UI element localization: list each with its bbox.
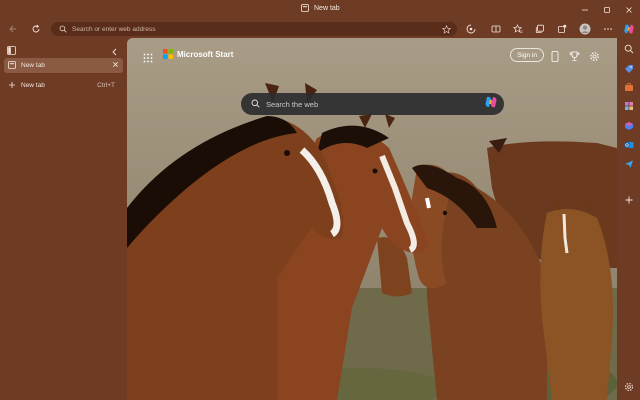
web-search-input[interactable] xyxy=(260,97,484,111)
send-icon xyxy=(624,160,633,168)
refresh-icon xyxy=(32,24,40,33)
toolbar xyxy=(0,20,640,38)
copilot-icon xyxy=(485,96,497,107)
favorites-icon xyxy=(513,24,523,33)
maximize-button[interactable] xyxy=(596,0,618,20)
window-controls xyxy=(574,0,640,20)
close-tab-button[interactable] xyxy=(112,61,119,70)
back-button[interactable] xyxy=(5,21,21,37)
copilot-sidebar-button[interactable] xyxy=(620,22,637,36)
more-icon xyxy=(604,28,612,30)
chevron-left-icon xyxy=(112,48,117,56)
page-settings-button[interactable] xyxy=(589,49,600,67)
vertical-tabs-pane: New tab New tab Ctrl+T xyxy=(0,38,127,400)
maximize-icon xyxy=(604,7,610,13)
profile-button[interactable] xyxy=(577,21,593,37)
ms-start-logo[interactable]: Microsoft Start xyxy=(163,49,233,59)
add-icon xyxy=(625,196,632,204)
microsoft-logo-icon xyxy=(163,49,173,59)
outlook-icon xyxy=(624,142,633,148)
mobile-icon xyxy=(551,51,559,62)
sidebar-settings-button[interactable] xyxy=(620,380,637,394)
sidebar-add-button[interactable] xyxy=(620,193,637,207)
tab-new-tab-active[interactable]: New tab xyxy=(4,58,123,73)
collections-icon xyxy=(535,24,544,33)
copilot-search-button[interactable] xyxy=(484,95,498,114)
sidebar-m365-button[interactable] xyxy=(620,119,637,133)
app-launcher-button[interactable] xyxy=(143,50,153,68)
settings-icon xyxy=(624,382,633,392)
minimize-icon xyxy=(582,9,588,11)
sidebar-tools-button[interactable] xyxy=(620,80,637,94)
refresh-button[interactable] xyxy=(28,21,44,37)
sidebar-search-button[interactable] xyxy=(620,42,637,56)
ms-start-brand: Microsoft Start xyxy=(177,49,234,59)
sidebar-games-button[interactable] xyxy=(620,99,637,113)
more-button[interactable] xyxy=(600,21,616,37)
sidebar-drop-button[interactable] xyxy=(620,157,637,171)
browser-essentials-button[interactable] xyxy=(463,21,479,37)
rewards-button[interactable] xyxy=(569,49,580,67)
briefcase-icon xyxy=(624,83,633,91)
tag-icon xyxy=(624,65,633,73)
sidebar-shopping-button[interactable] xyxy=(620,62,637,76)
new-tab-page-icon xyxy=(8,60,16,71)
address-input[interactable] xyxy=(67,23,442,35)
ms-start-header: Microsoft Start Sign in xyxy=(127,38,617,74)
split-screen-button[interactable] xyxy=(488,21,504,37)
sign-in-button[interactable]: Sign in xyxy=(510,48,544,62)
new-tab-button[interactable]: New tab Ctrl+T xyxy=(4,78,123,93)
minimize-button[interactable] xyxy=(574,0,596,20)
gear-icon xyxy=(590,52,599,61)
m365-icon xyxy=(624,122,633,130)
sidebar-outlook-button[interactable] xyxy=(620,138,637,152)
collections-button[interactable] xyxy=(532,21,548,37)
extensions-icon xyxy=(558,24,567,33)
title-bar: New tab xyxy=(0,0,640,20)
favorite-star-icon[interactable] xyxy=(442,24,451,34)
close-button[interactable] xyxy=(618,0,640,20)
app-launcher-icon xyxy=(143,53,153,63)
browser-essentials-icon xyxy=(466,24,476,34)
new-tab-page: Microsoft Start Sign in xyxy=(127,38,617,400)
add-icon xyxy=(8,81,16,91)
address-bar[interactable] xyxy=(51,22,457,36)
back-icon xyxy=(9,25,16,33)
search-icon xyxy=(59,25,67,33)
tab-label: New tab xyxy=(21,62,45,69)
tab-actions-icon xyxy=(7,46,16,55)
window-title-text: New tab xyxy=(314,4,340,12)
mobile-app-button[interactable] xyxy=(551,49,559,67)
search-icon xyxy=(624,44,633,54)
games-icon xyxy=(624,102,633,110)
new-tab-page-icon xyxy=(301,4,309,12)
extensions-button[interactable] xyxy=(554,21,570,37)
web-search-box[interactable] xyxy=(241,93,504,115)
window-title: New tab xyxy=(301,4,340,12)
profile-avatar-icon xyxy=(579,23,591,35)
new-tab-label: New tab xyxy=(21,82,45,89)
search-icon xyxy=(251,95,260,113)
close-icon xyxy=(626,7,632,13)
right-sidebar xyxy=(617,20,640,400)
close-icon xyxy=(113,62,118,67)
copilot-icon xyxy=(623,24,634,34)
new-tab-shortcut: Ctrl+T xyxy=(97,82,115,89)
split-screen-icon xyxy=(491,25,501,33)
favorites-button[interactable] xyxy=(510,21,526,37)
trophy-icon xyxy=(569,51,580,61)
